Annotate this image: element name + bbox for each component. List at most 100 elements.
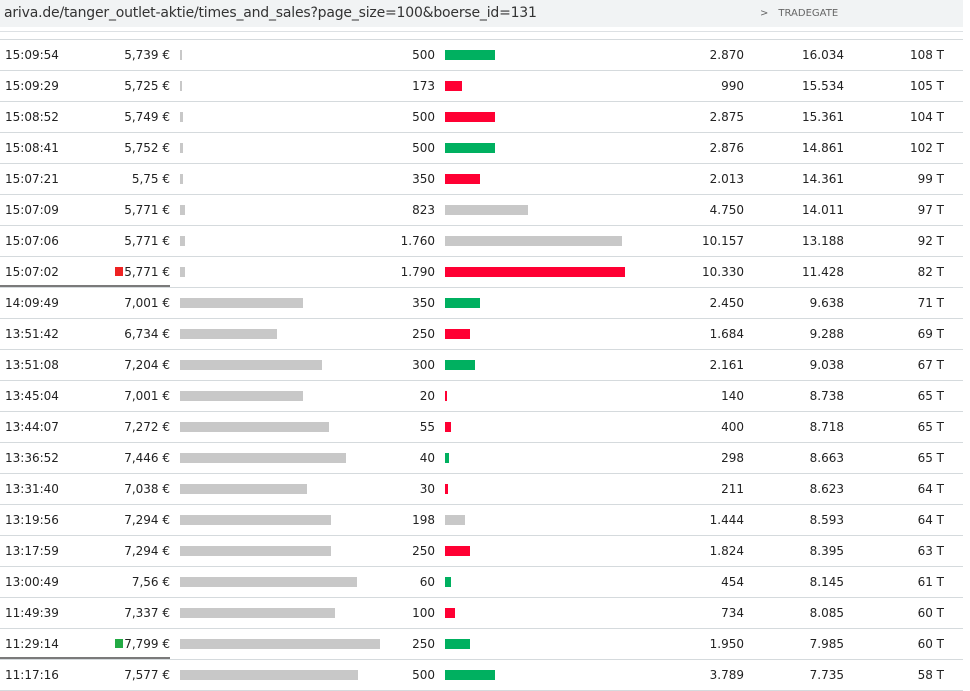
trade-count: 60 T: [917, 637, 944, 651]
cumulative-volume: 7.735: [809, 668, 844, 682]
trade-volume: 1.790: [400, 265, 435, 279]
table-row[interactable]: 11:29:14 7,799 € 250 1.950 7.985 60 T: [0, 629, 963, 660]
table-row[interactable]: 13:51:42 6,734 € 250 1.684 9.288 69 T: [0, 319, 963, 350]
table-row[interactable]: 15:08:41 5,752 € 500 2.876 14.861 102 T: [0, 133, 963, 164]
volume-bar: [445, 670, 496, 680]
table-row[interactable]: 15:09:54 5,739 € 500 2.870 16.034 108 T: [0, 39, 963, 71]
trade-turnover: 4.750: [709, 203, 744, 217]
price-bar: [180, 329, 278, 339]
trade-volume: 40: [419, 451, 435, 465]
session-underline: [0, 285, 170, 287]
price-bar: [180, 453, 346, 463]
table-row[interactable]: 11:49:39 7,337 € 100 734 8.085 60 T: [0, 598, 963, 629]
trade-volume: 173: [412, 79, 435, 93]
table-row[interactable]: 13:19:56 7,294 € 198 1.444 8.593 64 T: [0, 505, 963, 536]
trade-price: 5,749 €: [124, 110, 170, 124]
trade-count: 65 T: [917, 420, 944, 434]
volume-bar: [445, 484, 449, 494]
address-bar[interactable]: ariva.de/tanger_outlet-aktie/times_and_s…: [0, 0, 963, 27]
trade-count: 82 T: [917, 265, 944, 279]
trade-time: 13:17:59: [5, 544, 59, 558]
table-row[interactable]: 15:07:06 5,771 € 1.760 10.157 13.188 92 T: [0, 226, 963, 257]
trade-turnover: 140: [721, 389, 744, 403]
trade-count: 105 T: [909, 79, 944, 93]
price-bar: [180, 143, 184, 153]
trade-price: 6,734 €: [124, 327, 170, 341]
trade-count: 64 T: [917, 482, 944, 496]
trade-turnover: 211: [721, 482, 744, 496]
trade-volume: 100: [412, 606, 435, 620]
trade-turnover: 1.684: [709, 327, 744, 341]
trade-price: 5,771 €: [124, 265, 170, 279]
table-row[interactable]: 13:00:49 7,56 € 60 454 8.145 61 T: [0, 567, 963, 598]
table-row[interactable]: 15:09:29 5,725 € 173 990 15.534 105 T: [0, 71, 963, 102]
trade-volume: 500: [412, 110, 435, 124]
trade-time: 13:00:49: [5, 575, 59, 589]
trade-turnover: 400: [721, 420, 744, 434]
table-row[interactable]: 13:36:52 7,446 € 40 298 8.663 65 T: [0, 443, 963, 474]
table-row[interactable]: 13:51:08 7,204 € 300 2.161 9.038 67 T: [0, 350, 963, 381]
table-row[interactable]: 13:31:40 7,038 € 30 211 8.623 64 T: [0, 474, 963, 505]
price-bar: [180, 484, 307, 494]
trade-turnover: 2.013: [709, 172, 744, 186]
url-text[interactable]: ariva.de/tanger_outlet-aktie/times_and_s…: [4, 5, 537, 21]
trade-count: 65 T: [917, 451, 944, 465]
marker-red-icon: [115, 267, 123, 276]
volume-bar: [445, 329, 471, 339]
table-row[interactable]: 15:07:02 5,771 € 1.790 10.330 11.428 82 T: [0, 257, 963, 288]
marker-green-icon: [115, 639, 123, 648]
volume-bar: [445, 50, 496, 60]
table-row[interactable]: 13:44:07 7,272 € 55 400 8.718 65 T: [0, 412, 963, 443]
trade-turnover: 734: [721, 606, 744, 620]
trade-count: 61 T: [917, 575, 944, 589]
cumulative-volume: 8.145: [809, 575, 844, 589]
trade-time: 15:09:29: [5, 79, 59, 93]
cumulative-volume: 9.038: [809, 358, 844, 372]
trade-turnover: 2.876: [709, 141, 744, 155]
trade-price: 7,001 €: [124, 296, 170, 310]
trade-price: 7,577 €: [124, 668, 170, 682]
trade-time: 15:07:09: [5, 203, 59, 217]
price-bar: [180, 174, 183, 184]
trade-price: 5,725 €: [124, 79, 170, 93]
trade-turnover: 10.330: [702, 265, 744, 279]
cumulative-volume: 7.985: [809, 637, 844, 651]
cumulative-volume: 8.085: [809, 606, 844, 620]
trade-price: 7,294 €: [124, 513, 170, 527]
table-row[interactable]: 13:45:04 7,001 € 20 140 8.738 65 T: [0, 381, 963, 412]
trade-price: 7,001 €: [124, 389, 170, 403]
table-row[interactable]: 11:17:16 7,577 € 500 3.789 7.735 58 T: [0, 660, 963, 691]
trade-count: 104 T: [909, 110, 944, 124]
price-bar: [180, 267, 185, 277]
trade-turnover: 1.950: [709, 637, 744, 651]
cumulative-volume: 15.361: [802, 110, 844, 124]
trade-volume: 500: [412, 48, 435, 62]
trade-count: 71 T: [917, 296, 944, 310]
table-row[interactable]: 14:09:49 7,001 € 350 2.450 9.638 71 T: [0, 288, 963, 319]
trade-count: 69 T: [917, 327, 944, 341]
trade-volume: 250: [412, 327, 435, 341]
exchange-selector[interactable]: > TRADEGATE: [760, 8, 838, 19]
trade-price: 5,75 €: [131, 172, 170, 186]
trade-count: 60 T: [917, 606, 944, 620]
trade-volume: 250: [412, 544, 435, 558]
divider: [0, 31, 963, 32]
volume-bar: [445, 515, 465, 525]
cumulative-volume: 9.638: [809, 296, 844, 310]
trade-volume: 500: [412, 668, 435, 682]
table-row[interactable]: 15:08:52 5,749 € 500 2.875 15.361 104 T: [0, 102, 963, 133]
volume-bar: [445, 267, 625, 277]
table-row[interactable]: 15:07:21 5,75 € 350 2.013 14.361 99 T: [0, 164, 963, 195]
table-row[interactable]: 15:07:09 5,771 € 823 4.750 14.011 97 T: [0, 195, 963, 226]
volume-bar: [445, 608, 456, 618]
exchange-label: TRADEGATE: [778, 8, 839, 19]
trade-time: 15:07:02: [5, 265, 59, 279]
chevron-right-icon: >: [760, 8, 769, 19]
trade-turnover: 2.870: [709, 48, 744, 62]
trade-time: 15:08:52: [5, 110, 59, 124]
trade-time: 13:51:08: [5, 358, 59, 372]
trade-time: 15:07:21: [5, 172, 59, 186]
table-row[interactable]: 13:17:59 7,294 € 250 1.824 8.395 63 T: [0, 536, 963, 567]
trade-volume: 250: [412, 637, 435, 651]
trade-time: 13:19:56: [5, 513, 59, 527]
